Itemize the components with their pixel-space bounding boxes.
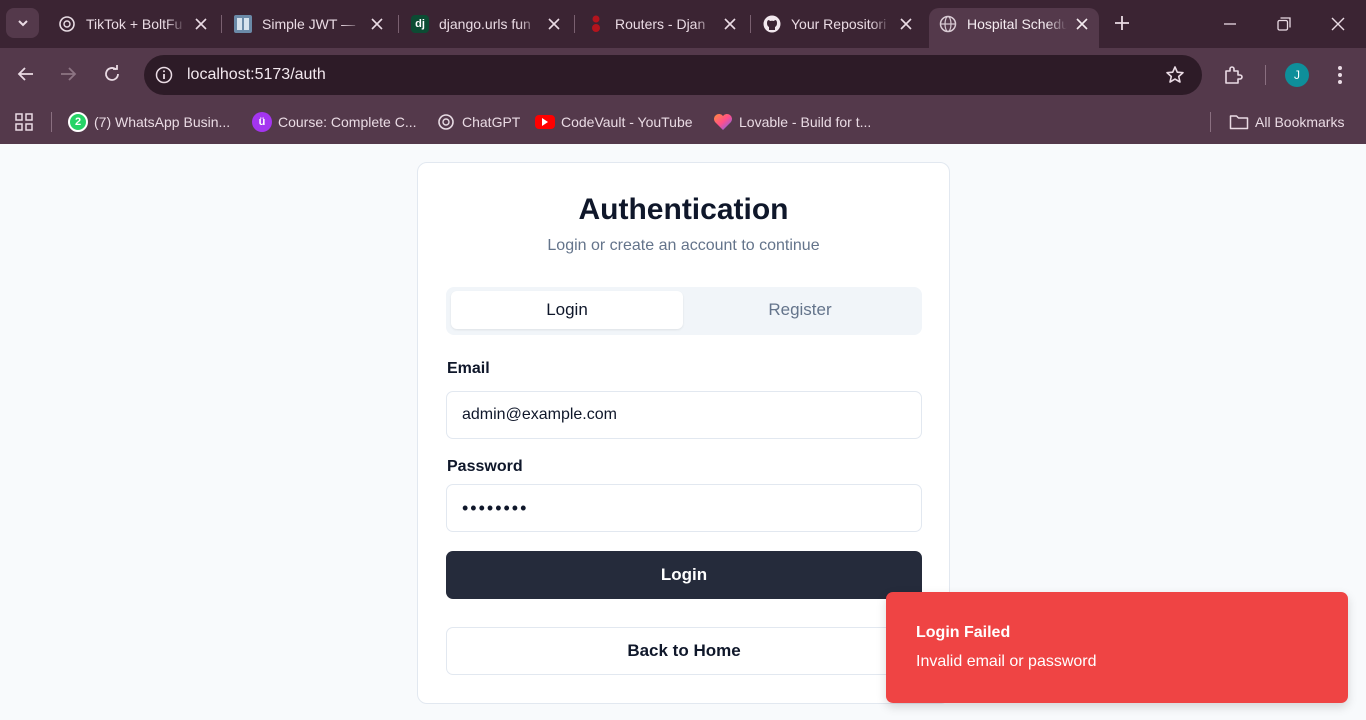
password-field[interactable]: •••••••• bbox=[446, 484, 922, 532]
more-vertical-icon bbox=[1338, 66, 1342, 84]
whatsapp-icon: 2 bbox=[68, 112, 88, 132]
minimize-icon bbox=[1224, 23, 1236, 25]
bookmarks-bar: 2 (7) WhatsApp Busin... ü Course: Comple… bbox=[0, 102, 1366, 144]
tab-title: Hospital Schedu bbox=[967, 16, 1067, 32]
browser-toolbar: localhost:5173/auth J bbox=[0, 48, 1366, 102]
openai-icon bbox=[58, 15, 76, 33]
tab-search-button[interactable] bbox=[6, 8, 39, 38]
tab-login[interactable]: Login bbox=[451, 291, 683, 329]
bookmark-label: Course: Complete C... bbox=[278, 114, 417, 130]
page-title: Authentication bbox=[578, 193, 789, 226]
restore-icon bbox=[1277, 17, 1291, 31]
docs-icon bbox=[234, 15, 252, 33]
bookmark-youtube[interactable]: CodeVault - YouTube bbox=[535, 107, 693, 137]
reload-button[interactable] bbox=[97, 59, 127, 89]
toast-message: Invalid email or password bbox=[916, 653, 1097, 670]
browser-tab-hospital[interactable]: Hospital Schedu bbox=[929, 8, 1099, 48]
tab-register[interactable]: Register bbox=[684, 291, 916, 329]
bookmark-label: Lovable - Build for t... bbox=[739, 114, 872, 130]
bookmark-label: (7) WhatsApp Busin... bbox=[94, 114, 231, 130]
email-field[interactable]: admin@example.com bbox=[446, 391, 922, 439]
tab-divider bbox=[574, 15, 575, 33]
browser-tab-simple-jwt[interactable]: Simple JWT — bbox=[224, 8, 394, 48]
browser-tab-github[interactable]: Your Repositori bbox=[753, 8, 923, 48]
new-tab-button[interactable] bbox=[1110, 11, 1134, 35]
udemy-icon: ü bbox=[252, 112, 272, 132]
drf-icon bbox=[587, 15, 605, 33]
bookmarks-divider bbox=[51, 112, 52, 132]
browser-tab-tiktok[interactable]: TikTok + BoltFu bbox=[48, 8, 218, 48]
bookmark-label: All Bookmarks bbox=[1255, 114, 1345, 130]
bookmark-label: CodeVault - YouTube bbox=[561, 114, 693, 130]
chevron-down-icon bbox=[17, 20, 28, 27]
browser-tab-django-urls[interactable]: dj django.urls fun bbox=[401, 8, 571, 48]
close-icon[interactable] bbox=[368, 15, 386, 33]
bookmarks-divider bbox=[1210, 112, 1211, 132]
auth-tabs: Login Register bbox=[446, 287, 922, 335]
tab-divider bbox=[398, 15, 399, 33]
browser-menu-button[interactable] bbox=[1328, 63, 1352, 87]
forward-button[interactable] bbox=[53, 59, 83, 89]
github-icon bbox=[763, 15, 781, 33]
tab-title: Simple JWT — bbox=[262, 16, 356, 32]
tab-title: Your Repositori bbox=[791, 16, 887, 32]
django-icon: dj bbox=[411, 15, 429, 33]
close-icon[interactable] bbox=[192, 15, 210, 33]
window-close-button[interactable] bbox=[1323, 9, 1353, 39]
plus-icon bbox=[1115, 16, 1129, 30]
address-bar[interactable]: localhost:5173/auth bbox=[144, 55, 1202, 95]
globe-icon bbox=[939, 15, 957, 33]
profile-avatar[interactable]: J bbox=[1285, 63, 1309, 87]
bookmark-udemy[interactable]: ü Course: Complete C... bbox=[252, 107, 417, 137]
bookmark-whatsapp[interactable]: 2 (7) WhatsApp Busin... bbox=[68, 107, 230, 137]
reload-icon bbox=[105, 65, 119, 81]
minimize-button[interactable] bbox=[1215, 9, 1245, 39]
back-button[interactable] bbox=[11, 59, 41, 89]
password-label: Password bbox=[447, 458, 523, 475]
bookmark-label: ChatGPT bbox=[462, 114, 521, 130]
folder-icon bbox=[1229, 112, 1249, 132]
tab-title: TikTok + BoltFu bbox=[86, 16, 183, 32]
openai-icon bbox=[436, 112, 456, 132]
close-icon[interactable] bbox=[1073, 15, 1091, 33]
login-button[interactable]: Login bbox=[446, 551, 922, 599]
browser-tab-routers[interactable]: Routers - Djan bbox=[577, 8, 747, 48]
page-subtitle: Login or create an account to continue bbox=[547, 237, 820, 254]
back-to-home-button[interactable]: Back to Home bbox=[446, 627, 922, 675]
youtube-icon bbox=[535, 115, 555, 129]
bookmark-star-icon[interactable] bbox=[1164, 64, 1186, 86]
toast-title: Login Failed bbox=[916, 624, 1011, 641]
apps-button[interactable] bbox=[12, 110, 36, 134]
arrow-left-icon bbox=[17, 67, 33, 81]
bookmark-lovable[interactable]: Lovable - Build for t... bbox=[713, 107, 871, 137]
address-text: localhost:5173/auth bbox=[187, 66, 326, 83]
site-info-icon[interactable] bbox=[154, 65, 174, 85]
puzzle-icon bbox=[1225, 66, 1243, 84]
tab-divider bbox=[750, 15, 751, 33]
restore-button[interactable] bbox=[1269, 9, 1299, 39]
arrow-right-icon bbox=[61, 67, 77, 81]
tab-title: Routers - Djan bbox=[615, 16, 706, 32]
error-toast[interactable]: Login Failed Invalid email or password bbox=[886, 592, 1348, 703]
tab-divider bbox=[221, 15, 222, 33]
extensions-button[interactable] bbox=[1221, 63, 1245, 87]
lovable-icon bbox=[713, 112, 733, 132]
grid-icon bbox=[15, 113, 33, 131]
bookmark-chatgpt[interactable]: ChatGPT bbox=[436, 107, 520, 137]
toolbar-divider bbox=[1265, 65, 1266, 85]
close-icon[interactable] bbox=[721, 15, 739, 33]
close-icon[interactable] bbox=[545, 15, 563, 33]
tab-strip: TikTok + BoltFu Simple JWT — dj django.u… bbox=[0, 0, 1366, 48]
tab-title: django.urls fun bbox=[439, 16, 531, 32]
close-icon bbox=[1331, 17, 1345, 31]
close-icon[interactable] bbox=[897, 15, 915, 33]
auth-card: Authentication Login or create an accoun… bbox=[417, 162, 950, 704]
email-label: Email bbox=[447, 360, 490, 377]
all-bookmarks-button[interactable]: All Bookmarks bbox=[1229, 107, 1344, 137]
